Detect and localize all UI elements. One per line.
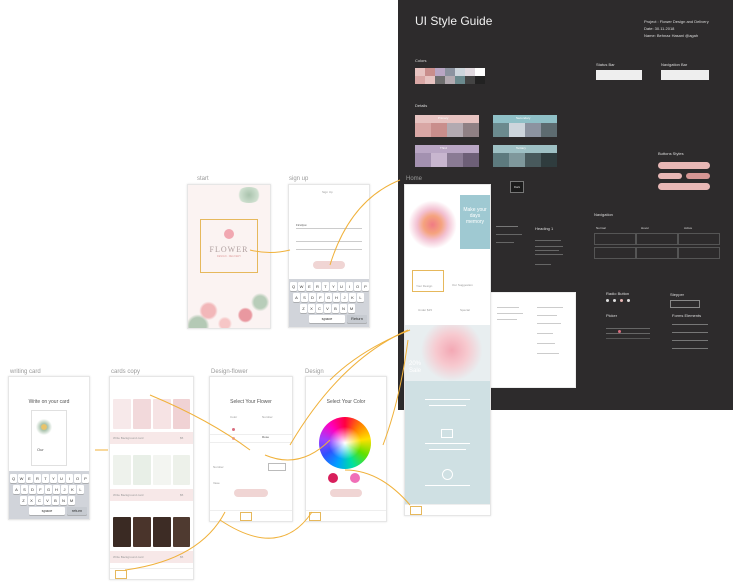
flow-bottom-return bbox=[124, 511, 226, 571]
flow-signup-home bbox=[329, 179, 401, 266]
flow-design-color bbox=[264, 439, 331, 461]
flow-start-signup bbox=[249, 249, 291, 253]
flow-home-design bbox=[289, 329, 409, 446]
flow-design-bottom bbox=[219, 511, 313, 539]
flow-connectors bbox=[95, 179, 411, 571]
flow-home-cards bbox=[329, 329, 411, 381]
flow-home-tab bbox=[344, 469, 411, 506]
flow-cards-design bbox=[149, 394, 251, 451]
flow-home-back bbox=[382, 339, 409, 446]
